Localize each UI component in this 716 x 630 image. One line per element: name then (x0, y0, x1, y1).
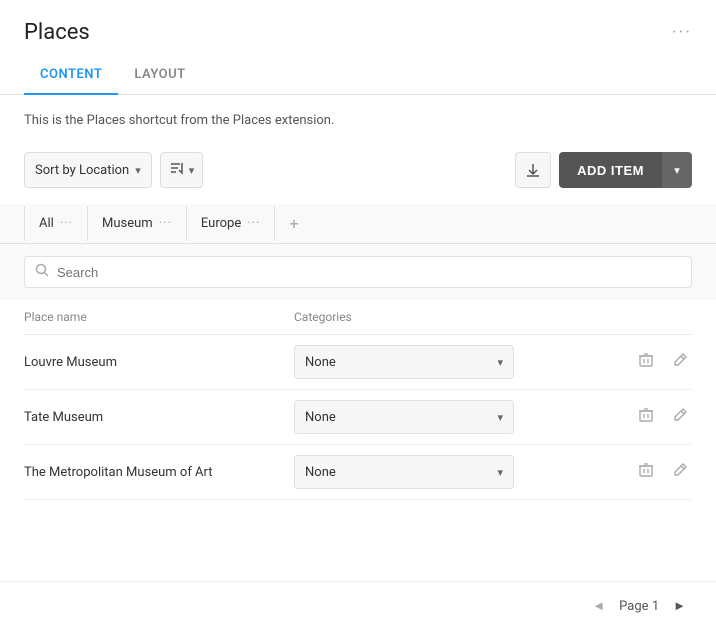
filter-tab-all-dots[interactable]: ··· (60, 216, 73, 231)
category-select[interactable]: None ▾ (294, 345, 514, 379)
sort-dropdown-chevron: ▾ (135, 164, 141, 177)
edit-icon[interactable] (668, 348, 692, 376)
page-container: Places ··· CONTENT LAYOUT This is the Pl… (0, 0, 716, 630)
category-value: None (305, 355, 336, 370)
delete-icon[interactable] (634, 458, 658, 486)
filter-tab-all[interactable]: All ··· (24, 206, 88, 241)
table-row: Louvre Museum None ▾ (24, 335, 692, 390)
sort-order-icon (169, 160, 185, 180)
page-title: Places (24, 20, 90, 45)
delete-icon[interactable] (634, 403, 658, 431)
filter-tab-europe-label: Europe (201, 216, 241, 231)
sort-dropdown-label: Sort by Location (35, 163, 129, 178)
search-container (0, 244, 716, 300)
filter-tab-all-label: All (39, 216, 54, 231)
category-chevron: ▾ (497, 466, 503, 479)
add-item-button[interactable]: ADD ITEM (559, 152, 662, 188)
add-filter-tab-button[interactable]: + (275, 204, 312, 243)
filter-tab-museum-label: Museum (102, 216, 153, 231)
filter-tab-europe[interactable]: Europe ··· (187, 206, 276, 241)
pagination: ◄ Page 1 ► (0, 581, 716, 630)
table-container: Place name Categories Louvre Museum None… (0, 300, 716, 581)
row-place-name: The Metropolitan Museum of Art (24, 465, 294, 480)
more-options-icon[interactable]: ··· (672, 22, 692, 43)
category-select[interactable]: None ▾ (294, 400, 514, 434)
search-input[interactable] (57, 265, 681, 280)
pagination-prev-button[interactable]: ◄ (586, 596, 611, 616)
tabs-bar: CONTENT LAYOUT (0, 55, 716, 95)
row-category: None ▾ (294, 345, 554, 379)
column-header-name: Place name (24, 310, 294, 324)
add-item-dropdown-button[interactable]: ▾ (662, 152, 692, 188)
filter-tabs: All ··· Museum ··· Europe ··· + (0, 204, 716, 244)
edit-icon[interactable] (668, 403, 692, 431)
add-item-group: ADD ITEM ▾ (559, 152, 692, 188)
edit-icon[interactable] (668, 458, 692, 486)
table-header: Place name Categories (24, 300, 692, 335)
row-place-name: Louvre Museum (24, 355, 294, 370)
search-icon (35, 263, 49, 281)
filter-tab-museum[interactable]: Museum ··· (88, 206, 187, 241)
category-chevron: ▾ (497, 411, 503, 424)
delete-icon[interactable] (634, 348, 658, 376)
pagination-next-button[interactable]: ► (667, 596, 692, 616)
tab-content[interactable]: CONTENT (24, 55, 118, 94)
row-actions (554, 403, 692, 431)
category-chevron: ▾ (497, 356, 503, 369)
table-row: The Metropolitan Museum of Art None ▾ (24, 445, 692, 500)
toolbar: Sort by Location ▾ ▾ ADD I (0, 144, 716, 204)
category-value: None (305, 410, 336, 425)
row-category: None ▾ (294, 400, 554, 434)
download-button[interactable] (515, 152, 551, 188)
category-select[interactable]: None ▾ (294, 455, 514, 489)
header: Places ··· (0, 0, 716, 55)
search-input-wrap (24, 256, 692, 288)
table-row: Tate Museum None ▾ (24, 390, 692, 445)
tab-layout[interactable]: LAYOUT (118, 55, 201, 94)
row-actions (554, 348, 692, 376)
row-category: None ▾ (294, 455, 554, 489)
row-place-name: Tate Museum (24, 410, 294, 425)
sort-by-location-dropdown[interactable]: Sort by Location ▾ (24, 152, 152, 188)
pagination-label: Page 1 (619, 599, 659, 614)
sort-order-chevron: ▾ (189, 164, 195, 177)
filter-tab-museum-dots[interactable]: ··· (159, 216, 172, 231)
column-header-categories: Categories (294, 310, 554, 324)
row-actions (554, 458, 692, 486)
sort-order-button[interactable]: ▾ (160, 152, 204, 188)
category-value: None (305, 465, 336, 480)
filter-tab-europe-dots[interactable]: ··· (247, 216, 260, 231)
description-text: This is the Places shortcut from the Pla… (0, 95, 716, 144)
